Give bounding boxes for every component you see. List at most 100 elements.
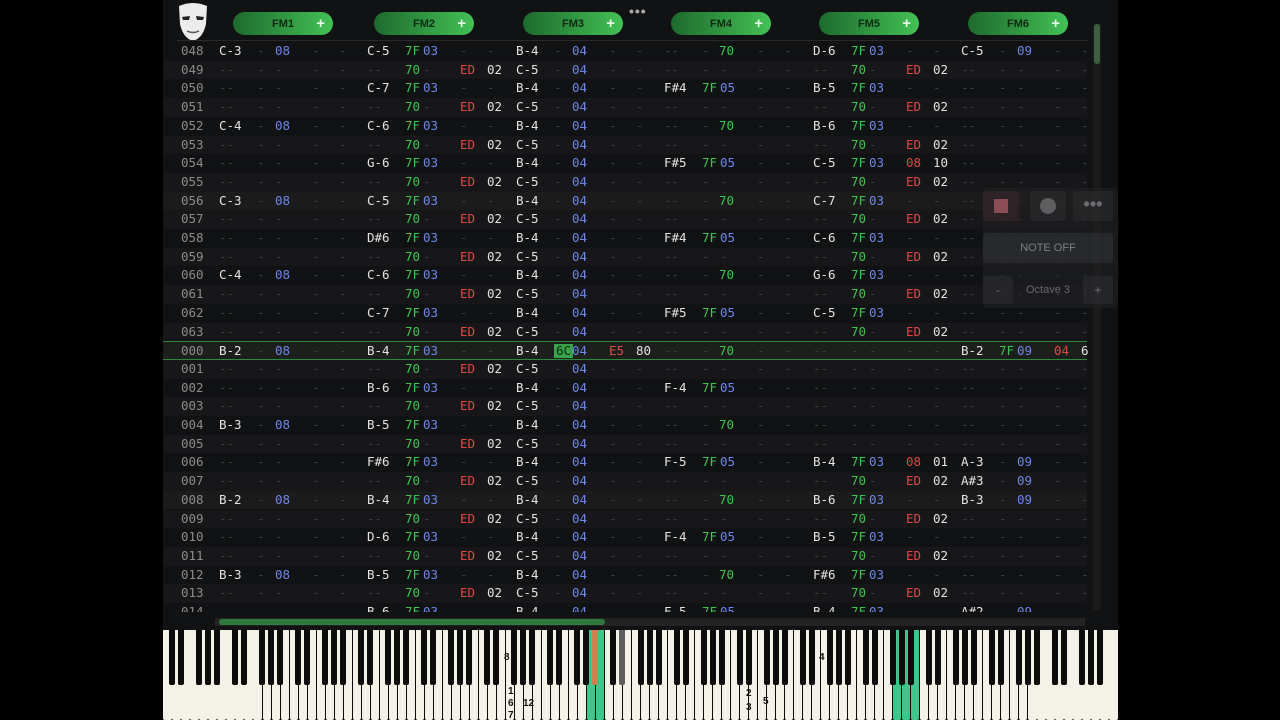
empty-cell[interactable]: - (1017, 418, 1025, 432)
empty-cell[interactable]: - (609, 605, 617, 613)
add-channel-icon[interactable]: + (754, 15, 763, 32)
empty-cell[interactable]: - (702, 249, 710, 264)
volume-cell[interactable]: 70 (719, 268, 734, 282)
piano-black-key[interactable] (1060, 630, 1067, 685)
instrument-cell[interactable]: 7F (405, 44, 420, 58)
note-cell[interactable]: A#2 (961, 605, 984, 613)
empty-cell[interactable]: - (312, 605, 320, 613)
effect-value-cell[interactable]: 02 (487, 287, 502, 301)
note-cell[interactable]: B-4 (516, 156, 539, 170)
empty-cell[interactable]: - (1054, 418, 1062, 432)
note-cell[interactable]: F#6 (367, 455, 390, 469)
empty-cell[interactable]: - (554, 474, 562, 488)
empty-cell[interactable]: - (312, 81, 320, 95)
empty-cell[interactable]: - (460, 344, 468, 358)
instrument-cell[interactable]: 70 (851, 287, 866, 301)
empty-cell[interactable]: -- (664, 118, 679, 133)
effect-value-cell[interactable]: 01 (933, 455, 948, 469)
instrument-cell[interactable]: 7F (405, 193, 420, 208)
note-cell[interactable]: B-6 (813, 118, 836, 133)
note-cell[interactable]: G-6 (813, 268, 836, 282)
empty-cell[interactable]: - (757, 305, 765, 320)
empty-cell[interactable]: - (312, 193, 320, 208)
empty-cell[interactable]: -- (219, 511, 234, 526)
empty-cell[interactable]: - (784, 586, 792, 600)
piano-black-key[interactable] (268, 630, 275, 685)
empty-cell[interactable]: -- (664, 268, 679, 282)
empty-cell[interactable]: - (784, 305, 792, 320)
empty-cell[interactable]: - (275, 399, 283, 413)
pattern-row[interactable]: 050 -- - - - - C-7 7F 03- - B-4-04- - F#4 7F 05- - B-5 7F… (163, 79, 1089, 98)
instrument-cell[interactable]: 70 (405, 100, 420, 114)
instrument-cell[interactable]: 7F (405, 455, 420, 469)
empty-cell[interactable]: - (999, 361, 1007, 376)
empty-cell[interactable]: - (702, 174, 710, 189)
empty-cell[interactable]: - (339, 361, 347, 376)
volume-cell[interactable]: 03 (423, 231, 438, 245)
volume-cell[interactable]: 70 (719, 344, 734, 358)
empty-cell[interactable]: - (906, 231, 914, 245)
empty-cell[interactable]: - (257, 380, 265, 395)
empty-cell[interactable]: - (702, 511, 710, 526)
empty-cell[interactable]: - (275, 605, 283, 613)
empty-cell[interactable]: - (999, 530, 1007, 544)
piano-black-key[interactable] (637, 630, 644, 685)
empty-cell[interactable]: - (423, 62, 431, 77)
effect-cell[interactable]: ED (906, 137, 921, 152)
empty-cell[interactable]: - (757, 399, 765, 413)
piano-black-key[interactable] (988, 630, 995, 685)
empty-cell[interactable]: - (999, 118, 1007, 133)
empty-cell[interactable]: - (257, 436, 265, 451)
volume-cell[interactable]: 03 (423, 193, 438, 208)
empty-cell[interactable]: -- (961, 287, 976, 301)
empty-cell[interactable]: - (423, 249, 431, 264)
empty-cell[interactable]: - (312, 492, 320, 507)
empty-cell[interactable]: - (1017, 436, 1025, 451)
instrument-cell[interactable]: 7F (405, 380, 420, 395)
empty-cell[interactable]: - (851, 380, 859, 395)
empty-cell[interactable]: - (784, 324, 792, 339)
empty-cell[interactable]: - (757, 268, 765, 282)
empty-cell[interactable]: -- (813, 287, 828, 301)
empty-cell[interactable]: - (609, 455, 617, 469)
note-cell[interactable]: B-4 (516, 567, 539, 582)
empty-cell[interactable]: - (784, 455, 792, 469)
volume-cell[interactable]: 04 (572, 474, 587, 488)
empty-cell[interactable]: - (275, 324, 283, 339)
empty-cell[interactable]: - (339, 174, 347, 189)
empty-cell[interactable]: - (554, 62, 562, 77)
empty-cell[interactable]: - (906, 380, 914, 395)
empty-cell[interactable]: - (312, 100, 320, 114)
note-cell[interactable]: C-5 (516, 62, 539, 77)
empty-cell[interactable]: -- (367, 212, 382, 226)
empty-cell[interactable]: - (702, 399, 710, 413)
effect-cell[interactable]: ED (906, 474, 921, 488)
piano-black-key[interactable] (808, 630, 815, 685)
empty-cell[interactable]: - (784, 361, 792, 376)
empty-cell[interactable]: - (784, 174, 792, 189)
empty-cell[interactable]: - (487, 567, 495, 582)
effect-value-cell[interactable]: 02 (933, 100, 948, 114)
empty-cell[interactable]: - (702, 567, 710, 582)
empty-cell[interactable]: - (487, 231, 495, 245)
empty-cell[interactable]: -- (961, 548, 976, 563)
empty-cell[interactable]: - (1054, 586, 1062, 600)
note-cell[interactable]: C-5 (516, 511, 539, 526)
empty-cell[interactable]: - (757, 193, 765, 208)
empty-cell[interactable]: - (609, 380, 617, 395)
piano-black-key[interactable] (763, 630, 770, 685)
empty-cell[interactable]: - (1017, 548, 1025, 563)
instrument-cell[interactable]: 7F (702, 81, 717, 95)
empty-cell[interactable]: - (275, 455, 283, 469)
effect-value-cell[interactable]: 02 (933, 62, 948, 77)
instrument-cell[interactable]: 70 (851, 474, 866, 488)
empty-cell[interactable]: - (720, 586, 728, 600)
empty-cell[interactable]: - (257, 586, 265, 600)
volume-cell[interactable]: 03 (423, 492, 438, 507)
effect-cell[interactable]: ED (460, 100, 475, 114)
empty-cell[interactable]: - (339, 380, 347, 395)
empty-cell[interactable]: - (720, 548, 728, 563)
empty-cell[interactable]: - (1081, 62, 1089, 77)
empty-cell[interactable]: - (609, 530, 617, 544)
empty-cell[interactable]: - (757, 118, 765, 133)
